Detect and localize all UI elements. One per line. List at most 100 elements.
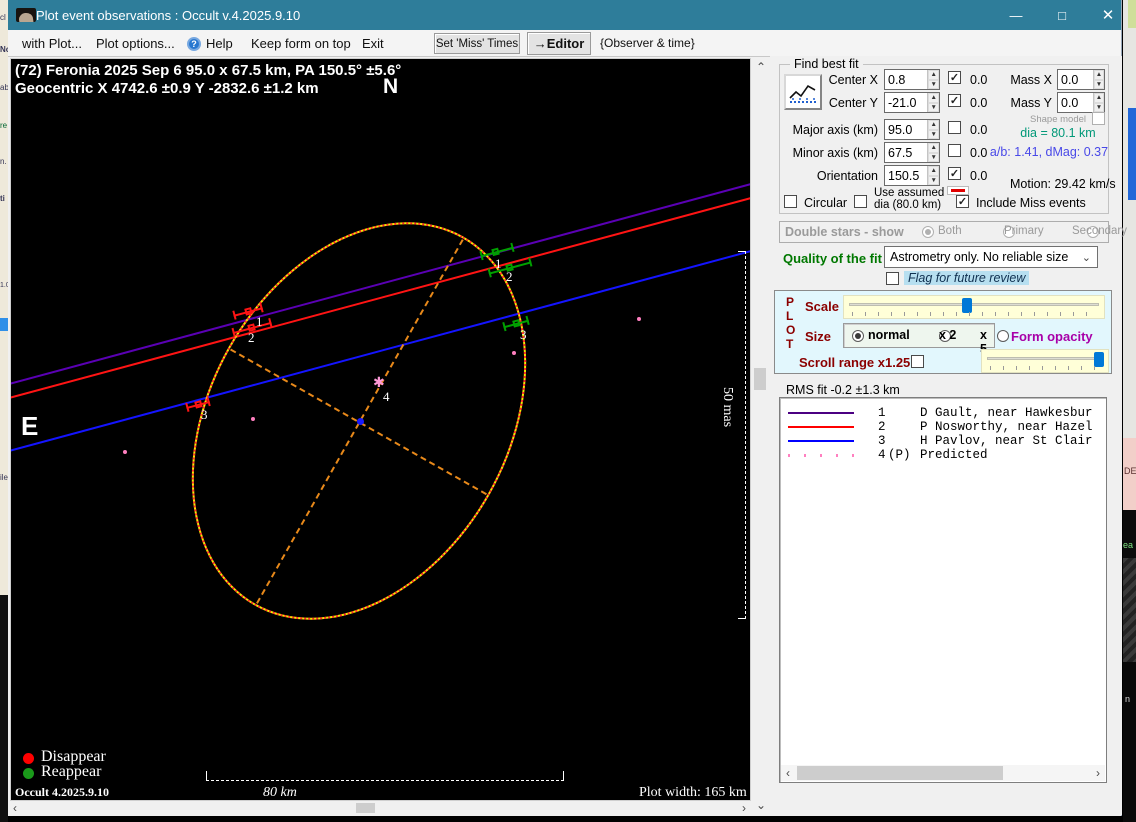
center-x-spinner[interactable]: ▲▼ <box>884 69 940 90</box>
flag-review-checkbox[interactable] <box>886 272 899 285</box>
background-window-left-fragment: cl <box>0 13 6 22</box>
plot-area[interactable]: 1 2 3 1 2 3 ✱ 4 (72) Feronia 2025 Sep 6 … <box>10 58 751 801</box>
minor-axis-spinner[interactable]: ▲▼ <box>884 142 940 163</box>
size-x5-radio[interactable] <box>996 330 1009 342</box>
maximize-button[interactable]: □ <box>1040 0 1084 30</box>
minor-axis-lock-checkbox[interactable] <box>948 144 961 157</box>
menu-item-with-plot[interactable]: with Plot... <box>22 36 82 51</box>
observer-number: 2 <box>878 420 886 434</box>
spin-down-icon[interactable]: ▼ <box>928 79 939 89</box>
major-axis-spinner[interactable]: ▲▼ <box>884 119 940 140</box>
spin-up-icon[interactable]: ▲ <box>928 143 939 153</box>
center-x-label: Center X <box>828 73 878 87</box>
spin-up-icon[interactable]: ▲ <box>928 120 939 130</box>
center-y-spinner[interactable]: ▲▼ <box>884 92 940 113</box>
spin-up-icon[interactable]: ▲ <box>928 93 939 103</box>
spin-up-icon[interactable]: ▲ <box>928 166 939 176</box>
observer-row[interactable]: 4 (P) Predicted <box>780 448 1106 462</box>
scroll-left-icon[interactable]: ‹ <box>13 802 17 814</box>
reappear-legend-label: Reappear <box>41 763 102 780</box>
major-axis-lock-checkbox[interactable] <box>948 121 961 134</box>
observer-row[interactable]: 2 P Nosworthy, near Hazel <box>780 420 1106 434</box>
spin-up-icon[interactable]: ▲ <box>1093 93 1104 103</box>
scroll-right-icon[interactable]: › <box>1096 767 1100 779</box>
title-bar[interactable]: Plot event observations : Occult v.4.202… <box>8 0 1121 30</box>
menu-item-exit[interactable]: Exit <box>362 36 384 51</box>
circular-checkbox[interactable] <box>784 195 797 208</box>
spin-down-icon[interactable]: ▼ <box>928 152 939 162</box>
mass-y-input[interactable] <box>1058 93 1093 112</box>
mass-y-spinner[interactable]: ▲▼ <box>1057 92 1105 113</box>
observer-list[interactable]: 1 D Gault, near Hawkesbur 2 P Nosworthy,… <box>779 397 1107 783</box>
double-stars-both-radio[interactable] <box>922 226 934 238</box>
center-y-lock-checkbox[interactable] <box>948 94 961 107</box>
form-opacity-slider-thumb[interactable] <box>1094 352 1104 367</box>
close-button[interactable]: ✕ <box>1086 0 1130 30</box>
background-window-right-blue <box>1128 108 1136 200</box>
scale-slider-thumb[interactable] <box>962 298 972 313</box>
size-x2-label: x 2 <box>939 328 957 342</box>
spin-down-icon[interactable]: ▼ <box>1093 79 1104 89</box>
spin-down-icon[interactable]: ▼ <box>928 175 939 185</box>
circular-label: Circular <box>804 196 848 210</box>
minimize-button[interactable]: — <box>994 0 1038 30</box>
orientation-lock-checkbox[interactable] <box>948 167 961 180</box>
orientation-spinner[interactable]: ▲▼ <box>884 165 940 186</box>
plot-horizontal-scrollbar[interactable]: ‹ › <box>8 801 751 815</box>
spin-down-icon[interactable]: ▼ <box>928 129 939 139</box>
editor-button[interactable]: →Editor <box>527 32 591 55</box>
background-window-right-texture <box>1123 558 1136 662</box>
mass-x-label: Mass X <box>1010 73 1052 87</box>
menu-item-help[interactable]: Help <box>206 36 233 51</box>
scroll-right-icon[interactable]: › <box>742 802 746 814</box>
scroll-left-icon[interactable]: ‹ <box>786 767 790 779</box>
quality-dropdown[interactable]: Astrometry only. No reliable size ⌄ <box>884 246 1098 268</box>
center-y-input[interactable] <box>885 93 928 112</box>
menu-item-keep-form-on-top[interactable]: Keep form on top <box>251 36 351 51</box>
set-miss-times-button[interactable]: Set 'Miss' Times <box>434 33 520 54</box>
major-axis-input[interactable] <box>885 120 928 139</box>
predicted-chord-dot <box>512 351 516 355</box>
major-axis-label: Major axis (km) <box>792 123 878 137</box>
observer-list-scrollbar[interactable]: ‹ › <box>781 765 1105 781</box>
menu-item-plot-options[interactable]: Plot options... <box>96 36 175 51</box>
scale-label: Scale <box>805 299 839 314</box>
scrollbar-thumb[interactable] <box>356 803 375 813</box>
spin-up-icon[interactable]: ▲ <box>928 70 939 80</box>
mass-y-label: Mass Y <box>1010 96 1052 110</box>
right-panel: Find best fit Center X ▲▼ 0.0 Mass X ▲▼ … <box>770 56 1127 815</box>
include-miss-checkbox[interactable] <box>956 195 969 208</box>
double-stars-group: Double stars - show Both Primary Seconda… <box>779 221 1127 243</box>
observer-name: H Pavlov, near St Clair <box>920 434 1093 448</box>
observer-row[interactable]: 1 D Gault, near Hawkesbur <box>780 406 1106 420</box>
scrollbar-thumb[interactable] <box>797 766 1003 780</box>
orientation-input[interactable] <box>885 166 928 185</box>
center-x-lock-checkbox[interactable] <box>948 71 961 84</box>
scroll-up-icon[interactable]: ⌃ <box>756 61 766 73</box>
shape-model-checkbox[interactable] <box>1092 112 1105 125</box>
use-assumed-dia-checkbox[interactable] <box>854 195 867 208</box>
center-x-input[interactable] <box>885 70 928 89</box>
spin-up-icon[interactable]: ▲ <box>1093 70 1104 80</box>
form-opacity-slider[interactable] <box>981 349 1109 373</box>
shape-model-label: Shape model <box>1030 114 1086 125</box>
app-window: Plot event observations : Occult v.4.202… <box>8 0 1127 816</box>
background-window-left-fragment: ile <box>0 473 8 482</box>
scroll-range-checkbox[interactable] <box>911 355 924 368</box>
plot-letter-p: P <box>786 295 795 309</box>
flag-review-label: Flag for future review <box>904 271 1030 285</box>
spin-down-icon[interactable]: ▼ <box>1093 102 1104 112</box>
plot-vertical-scrollbar[interactable]: ⌃ ⌄ <box>752 58 768 814</box>
double-stars-both-label: Both <box>938 225 962 237</box>
spin-down-icon[interactable]: ▼ <box>928 102 939 112</box>
mass-x-spinner[interactable]: ▲▼ <box>1057 69 1105 90</box>
observer-row[interactable]: 3 H Pavlov, near St Clair <box>780 434 1106 448</box>
scale-slider[interactable] <box>843 295 1105 319</box>
size-normal-radio[interactable] <box>852 330 864 342</box>
scrollbar-thumb[interactable] <box>754 368 766 390</box>
minor-axis-input[interactable] <box>885 143 928 162</box>
scroll-down-icon[interactable]: ⌄ <box>756 799 766 811</box>
slider-groove <box>987 357 1103 360</box>
chord-label-disappear-2: 2 <box>248 330 255 345</box>
mass-x-input[interactable] <box>1058 70 1093 89</box>
